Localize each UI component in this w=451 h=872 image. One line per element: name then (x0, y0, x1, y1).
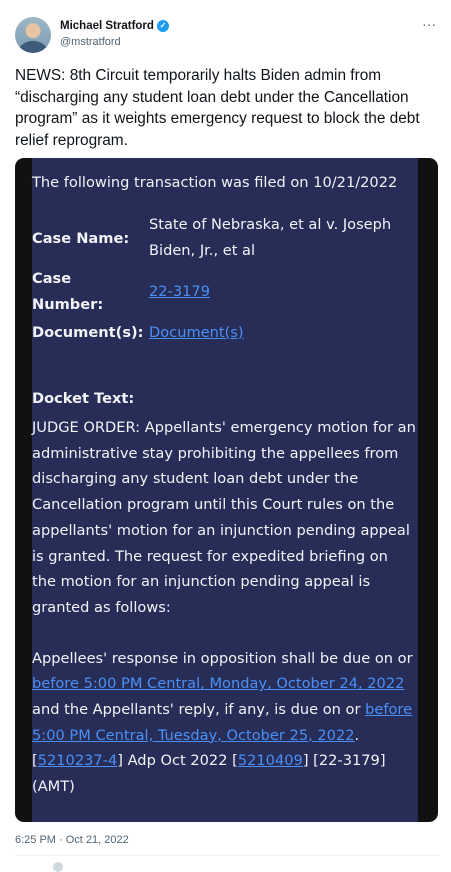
author-handle[interactable]: @mstratford (60, 36, 121, 49)
tweet-timestamp[interactable]: 6:25 PM · Oct 21, 2022 (15, 834, 129, 846)
case-name-label: Case Name: (32, 230, 130, 247)
entry-link-1[interactable]: 5210237-4 (38, 752, 118, 769)
p2-text-1: Appellees' response in opposition shall … (32, 649, 413, 667)
author-name[interactable]: Michael Stratford (60, 19, 154, 33)
case-number-label-2: Number: (32, 296, 104, 313)
filed-line: The following transaction was filed on 1… (32, 174, 398, 191)
deadline-link-1[interactable]: before 5:00 PM Central, Monday, October … (32, 675, 404, 692)
case-name-line-1: State of Nebraska, et al v. Joseph (149, 216, 392, 233)
tweet-header: Michael Stratford ✓ @mstratford ··· (15, 15, 440, 57)
case-name-line-2: Biden, Jr., et al (149, 242, 256, 259)
docket-paragraph-2: Appellees' response in opposition shall … (32, 646, 416, 800)
documents-link[interactable]: Document(s) (149, 320, 244, 345)
tweet-text: NEWS: 8th Circuit temporarily halts Bide… (15, 67, 420, 149)
documents-label: Document(s): (32, 324, 144, 341)
docket-text-label: Docket Text: (32, 390, 135, 407)
author-name-row[interactable]: Michael Stratford ✓ (60, 19, 169, 33)
court-document-screenshot: The following transaction was filed on 1… (32, 158, 418, 822)
docket-paragraph-1: JUDGE ORDER: Appellants' emergency motio… (32, 419, 416, 616)
footer-avatar (53, 862, 63, 872)
divider (15, 855, 440, 856)
p2-text-4: ] Adp Oct 2022 [ (117, 752, 238, 770)
verified-badge-icon: ✓ (156, 20, 169, 32)
docket-text: JUDGE ORDER: Appellants' emergency motio… (32, 415, 416, 800)
more-horizontal-icon[interactable]: ··· (422, 17, 436, 31)
case-number-label-1: Case (32, 270, 72, 287)
entry-link-2[interactable]: 5210409 (238, 752, 303, 769)
attached-image[interactable]: The following transaction was filed on 1… (15, 158, 438, 822)
p2-text-2: and the Appellants' reply, if any, is du… (32, 701, 366, 719)
case-number-link[interactable]: 22-3179 (149, 279, 210, 304)
avatar[interactable] (15, 17, 51, 53)
